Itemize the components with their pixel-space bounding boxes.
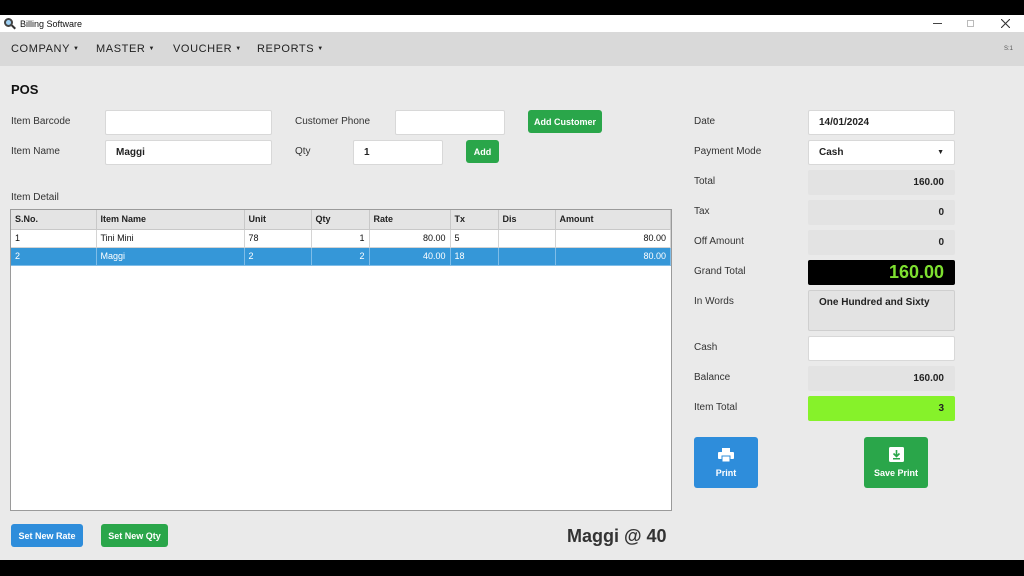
magnifier-icon (3, 17, 16, 30)
tax-value: 0 (808, 200, 955, 225)
tax-label: Tax (694, 206, 710, 217)
cell-sno[interactable]: 2 (11, 247, 97, 266)
menu-reports[interactable]: REPORTS ▼ (257, 43, 324, 55)
minimize-button[interactable] (920, 15, 954, 32)
col-dis[interactable]: Dis (498, 210, 556, 230)
balance-value: 160.00 (808, 366, 955, 391)
set-new-qty-button[interactable]: Set New Qty (101, 524, 168, 547)
maximize-button[interactable] (953, 15, 987, 32)
set-new-rate-button[interactable]: Set New Rate (11, 524, 83, 547)
col-rate[interactable]: Rate (369, 210, 451, 230)
col-item-name[interactable]: Item Name (96, 210, 245, 230)
balance-label: Balance (694, 372, 731, 383)
item-total-value: 3 (808, 396, 955, 421)
items-table: S.No. Item Name Unit Qty Rate Tx Dis Amo… (11, 210, 671, 266)
window-title: Billing Software (20, 18, 83, 29)
version-label: S:1 (1003, 46, 1013, 52)
cell-qty[interactable]: 1 (311, 229, 370, 248)
caret-down-icon: ▼ (235, 46, 242, 53)
total-label: Total (694, 176, 716, 187)
col-sno[interactable]: S.No. (11, 210, 97, 230)
table-row[interactable]: 1 Tini Mini 78 1 80.00 5 80.00 (11, 229, 671, 248)
off-amount-label: Off Amount (694, 236, 744, 247)
grand-total-label: Grand Total (694, 266, 746, 277)
pos-content: POS Item Barcode Customer Phone Add Cust… (0, 66, 1024, 560)
in-words-textarea[interactable]: One Hundred and Sixty (808, 290, 955, 331)
item-name-label: Item Name (11, 146, 60, 157)
dropdown-arrow-icon: ▼ (937, 149, 944, 156)
grand-total-value: 160.00 (808, 260, 955, 285)
menu-voucher[interactable]: VOUCHER ▼ (173, 43, 242, 55)
menu-company[interactable]: COMPANY ▼ (11, 43, 80, 55)
close-button[interactable] (988, 15, 1022, 32)
cash-input[interactable] (808, 336, 955, 361)
date-label: Date (694, 116, 716, 127)
item-detail-table: S.No. Item Name Unit Qty Rate Tx Dis Amo… (10, 209, 672, 511)
item-barcode-input[interactable] (105, 110, 272, 135)
print-label: Print (715, 467, 737, 478)
cell-dis[interactable] (498, 247, 556, 266)
qty-label: Qty (295, 146, 311, 157)
col-unit[interactable]: Unit (244, 210, 312, 230)
item-barcode-label: Item Barcode (11, 116, 71, 127)
payment-mode-value: Cash (819, 147, 844, 158)
maximize-icon (966, 20, 974, 27)
cash-label: Cash (694, 342, 718, 353)
col-qty[interactable]: Qty (311, 210, 370, 230)
cell-item-name[interactable]: Maggi (96, 247, 245, 266)
in-words-label: In Words (694, 296, 734, 307)
menu-master[interactable]: MASTER ▼ (96, 43, 155, 55)
customer-phone-label: Customer Phone (295, 116, 371, 127)
save-print-button[interactable]: Save Print (864, 437, 928, 488)
save-download-icon (888, 447, 904, 462)
payment-mode-label: Payment Mode (694, 146, 762, 157)
add-item-button[interactable]: Add (466, 140, 499, 163)
col-amount[interactable]: Amount (555, 210, 671, 230)
cell-tx[interactable]: 18 (450, 247, 499, 266)
title-bar: Billing Software (0, 15, 1024, 32)
table-row-selected[interactable]: 2 Maggi 2 2 40.00 18 80.00 (11, 247, 671, 266)
page-title: POS (11, 82, 39, 97)
minimize-icon (932, 23, 942, 24)
cell-rate[interactable]: 80.00 (369, 229, 451, 248)
cell-unit[interactable]: 2 (244, 247, 312, 266)
cell-tx[interactable]: 5 (450, 229, 499, 248)
caret-down-icon: ▼ (148, 46, 155, 53)
item-total-label: Item Total (694, 402, 738, 413)
cell-dis[interactable] (498, 229, 556, 248)
total-value: 160.00 (808, 170, 955, 195)
date-input[interactable]: 14/01/2024 (808, 110, 955, 135)
cell-unit[interactable]: 78 (244, 229, 312, 248)
cell-qty[interactable]: 2 (311, 247, 370, 266)
customer-phone-input[interactable] (395, 110, 505, 135)
menu-bar: COMPANY ▼ MASTER ▼ VOUCHER ▼ REPORTS ▼ S:1 (0, 32, 1024, 66)
add-customer-button[interactable]: Add Customer (528, 110, 602, 133)
table-header-row: S.No. Item Name Unit Qty Rate Tx Dis Amo… (11, 210, 671, 230)
cell-amount[interactable]: 80.00 (555, 247, 671, 266)
cell-item-name[interactable]: Tini Mini (96, 229, 245, 248)
cell-sno[interactable]: 1 (11, 229, 97, 248)
caret-down-icon: ▼ (73, 46, 80, 53)
selected-item-status: Maggi @ 40 (567, 526, 667, 546)
save-print-label: Save Print (873, 468, 919, 478)
payment-mode-select[interactable]: Cash ▼ (808, 140, 955, 165)
app-window: Billing Software COMPANY ▼ MASTER ▼ VOUCHE… (0, 15, 1024, 560)
cell-rate[interactable]: 40.00 (369, 247, 451, 266)
item-name-input[interactable]: Maggi (105, 140, 272, 165)
item-detail-label: Item Detail (11, 192, 59, 203)
col-tx[interactable]: Tx (450, 210, 499, 230)
qty-input[interactable]: 1 (353, 140, 443, 165)
print-button[interactable]: Print (694, 437, 758, 488)
cell-amount[interactable]: 80.00 (555, 229, 671, 248)
close-icon (1000, 19, 1010, 28)
printer-icon (718, 447, 734, 462)
off-amount-value: 0 (808, 230, 955, 255)
caret-down-icon: ▼ (317, 46, 324, 53)
